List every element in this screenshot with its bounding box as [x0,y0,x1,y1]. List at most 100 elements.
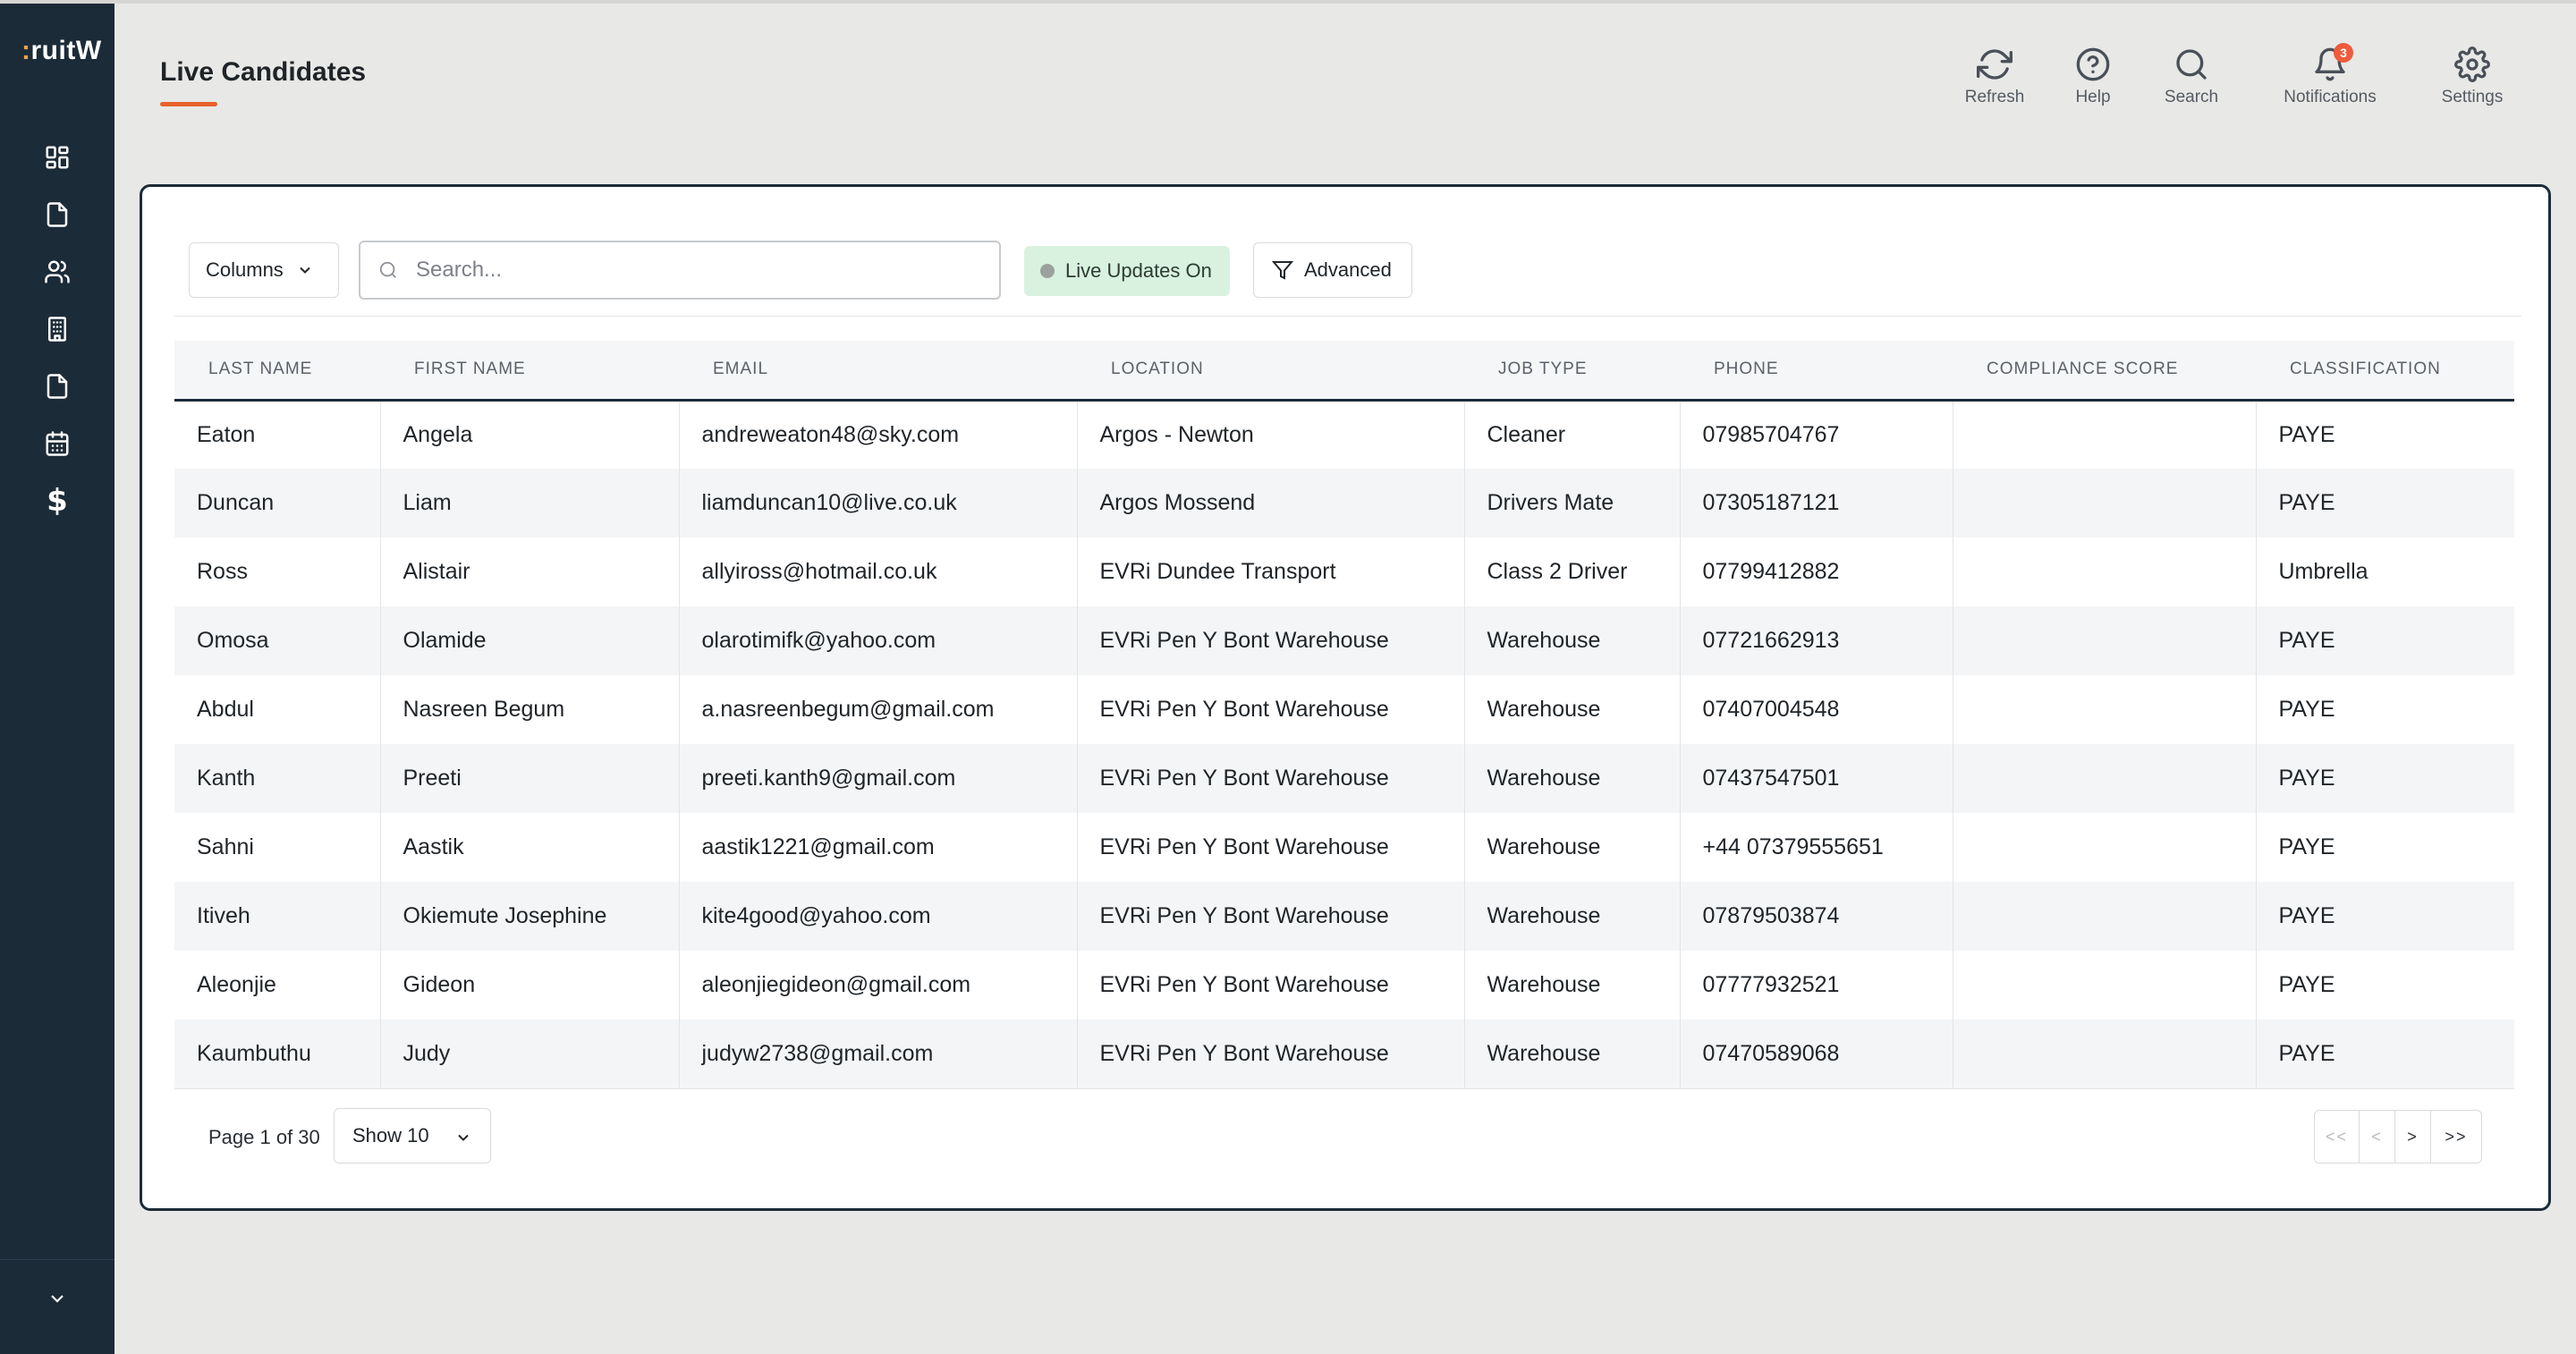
chevron-down-icon [51,1295,64,1303]
table-row[interactable]: Omosa Olamide olarotimifk@yahoo.com EVRi Pe… [174,606,2514,675]
cell-job-type: Cleaner [1464,400,1681,469]
candidates-table-container: LAST NAME FIRST NAME EMAIL LOCATION JOB … [174,341,2514,1089]
first-page-button[interactable]: << [2315,1111,2360,1163]
cell-phone: 07799412882 [1680,537,1953,606]
column-header-compliance-score[interactable]: COMPLIANCE SCORE [1953,341,2256,402]
cell-first-name: Gideon [380,951,680,1020]
column-header-last-name[interactable]: LAST NAME [174,341,380,402]
chevron-down-icon [300,267,310,274]
sidebar-nav: $ [0,129,114,529]
cell-compliance-score [1953,882,2257,951]
page-size-select[interactable]: Show 10 [334,1108,491,1164]
sidebar-item-finance[interactable]: $ [0,472,114,529]
candidates-table: LAST NAME FIRST NAME EMAIL LOCATION JOB … [174,341,2514,1089]
advanced-filter-button[interactable]: Advanced [1253,242,1412,298]
cell-email: aleonjiegideon@gmail.com [679,951,1078,1020]
columns-label: Columns [206,258,284,281]
refresh-label: Refresh [1964,88,2025,106]
cell-classification: PAYE [2278,421,2335,447]
help-button[interactable]: Help [2048,47,2138,107]
cell-location: EVRi Dundee Transport [1077,537,1465,606]
table-row[interactable]: Duncan Liam liamduncan10@live.co.uk Argos M… [174,469,2514,537]
toolbar-divider [174,316,2521,317]
cell-location: EVRi Pen Y Bont Warehouse [1077,606,1465,675]
column-header-email[interactable]: EMAIL [679,341,1077,402]
cell-job-type: Warehouse [1464,951,1681,1020]
page-title: Live Candidates [160,57,367,87]
cell-classification: PAYE [2278,972,2335,997]
file-icon [47,374,68,399]
table-row[interactable]: Sahni Aastik aastik1221@gmail.com EVRi Pen … [174,813,2514,882]
cell-phone: 07777932521 [1680,951,1953,1020]
search-button[interactable]: Search [2147,47,2236,107]
search-field[interactable] [359,241,1001,300]
cell-last-name: Duncan [174,469,381,537]
columns-dropdown-button[interactable]: Columns [189,242,339,298]
cell-job-type: Warehouse [1464,744,1681,813]
sidebar-item-calendar[interactable] [0,415,114,472]
last-page-button[interactable]: >> [2431,1111,2481,1163]
cell-last-name: Ross [174,537,381,606]
cell-phone: 07470589068 [1680,1020,1953,1089]
candidates-card: Columns Live Updates On Advanced LAST NA… [140,184,2551,1211]
cell-compliance-score [1953,951,2257,1020]
sidebar-collapse-button[interactable] [0,1272,114,1325]
table-row[interactable]: Kaumbuthu Judy judyw2738@gmail.com EVRi Pen… [174,1020,2514,1089]
column-header-phone[interactable]: PHONE [1680,341,1953,402]
column-header-classification[interactable]: CLASSIFICATION [2256,341,2514,402]
table-row[interactable]: Kanth Preeti preeti.kanth9@gmail.com EVRi P… [174,744,2514,813]
column-header-first-name[interactable]: FIRST NAME [380,341,679,402]
cell-email: olarotimifk@yahoo.com [679,606,1078,675]
table-row[interactable]: Ross Alistair allyiross@hotmail.co.uk EVRi … [174,537,2514,606]
cell-job-type: Warehouse [1464,675,1681,744]
column-header-location[interactable]: LOCATION [1077,341,1464,402]
filter-icon [1272,261,1293,280]
help-label: Help [2075,88,2111,106]
cell-job-type: Warehouse [1464,606,1681,675]
cell-location: EVRi Pen Y Bont Warehouse [1077,675,1465,744]
cell-last-name: Omosa [174,606,381,675]
notifications-button[interactable]: 3 Notifications [2263,43,2397,107]
table-row[interactable]: Eaton Angela andreweaton48@sky.com Argos - … [174,400,2514,469]
cell-compliance-score [1953,469,2257,537]
cell-location: Argos - Newton [1077,400,1465,469]
page-title-underline [160,102,217,106]
table-row[interactable]: Abdul Nasreen Begum a.nasreenbegum@gmail.c… [174,675,2514,744]
next-page-button[interactable]: > [2395,1111,2431,1163]
app-logo[interactable]: :ruitW [0,36,114,75]
cell-phone: +44 07379555651 [1680,813,1953,882]
cell-location: Argos Mossend [1077,469,1465,537]
sidebar-divider [0,1259,114,1260]
cell-compliance-score [1953,606,2257,675]
pagination: << < > >> [2314,1110,2482,1164]
cell-phone: 07437547501 [1680,744,1953,813]
sidebar-item-files[interactable] [0,358,114,415]
sidebar-item-dashboard[interactable] [0,129,114,186]
gear-icon [2454,47,2490,82]
cell-classification: PAYE [2256,744,2514,813]
column-header-job-type[interactable]: JOB TYPE [1464,341,1680,402]
cell-job-type: Warehouse [1464,1020,1681,1089]
sidebar-item-clients[interactable] [0,300,114,358]
cell-phone: 07407004548 [1680,675,1953,744]
search-icon [2176,49,2207,80]
building-icon [48,317,66,342]
table-row[interactable]: Itiveh Okiemute Josephine kite4good@yahoo.… [174,882,2514,951]
sidebar-item-candidates[interactable] [0,243,114,300]
settings-button[interactable]: Settings [2419,47,2526,107]
cell-email: preeti.kanth9@gmail.com [679,744,1078,813]
prev-page-button[interactable]: < [2360,1111,2395,1163]
table-row[interactable]: Aleonjie Gideon aleonjiegideon@gmail.com EV… [174,951,2514,1020]
cell-compliance-score [1953,813,2257,882]
live-updates-toggle[interactable]: Live Updates On [1024,246,1230,296]
cell-job-type: Warehouse [1464,813,1681,882]
sidebar-item-documents[interactable] [0,186,114,243]
calendar-icon [46,431,69,456]
cell-email: liamduncan10@live.co.uk [679,469,1078,537]
cell-last-name: Eaton [174,400,381,469]
search-input[interactable] [416,258,970,283]
cell-phone: 07985704767 [1680,400,1953,469]
settings-label: Settings [2441,88,2504,106]
refresh-button[interactable]: Refresh [1932,47,2057,107]
cell-compliance-score [1953,675,2257,744]
